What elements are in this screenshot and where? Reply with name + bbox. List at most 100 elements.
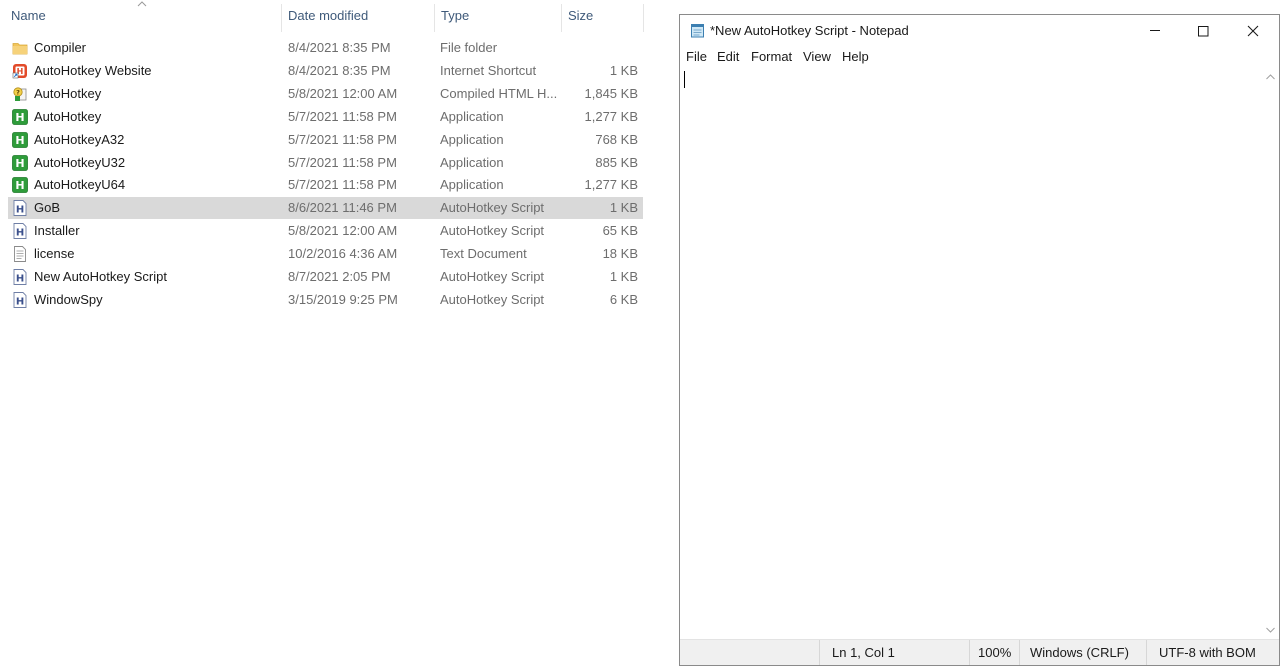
menu-format[interactable]: Format [749, 46, 794, 68]
scroll-up-icon[interactable] [1266, 74, 1275, 80]
menu-view[interactable]: View [801, 46, 833, 68]
file-date-modified: 5/8/2021 12:00 AM [288, 85, 398, 101]
file-date-modified: 3/15/2019 9:25 PM [288, 291, 398, 307]
window-title: *New AutoHotkey Script - Notepad [710, 23, 909, 38]
autohotkey-app-icon: H [12, 177, 28, 194]
file-type: AutoHotkey Script [440, 200, 545, 216]
folder-icon [12, 40, 28, 56]
vertical-scrollbar[interactable] [1262, 68, 1279, 639]
file-name: license [34, 246, 75, 262]
file-row[interactable]: H WindowSpy 3/15/2019 9:25 PM AutoHotkey Sc… [8, 289, 643, 311]
menu-edit[interactable]: Edit [715, 46, 741, 68]
file-type: Application [440, 108, 504, 124]
file-size: 1 KB [609, 62, 638, 78]
close-button[interactable] [1230, 15, 1276, 46]
file-explorer: Name Date modified Type Size Compiler 8/4… [0, 0, 680, 668]
text-editor-area[interactable] [680, 68, 1263, 639]
file-size: 1,277 KB [584, 108, 639, 124]
file-name: Installer [34, 223, 80, 239]
sort-ascending-icon [137, 1, 147, 7]
column-divider[interactable] [434, 4, 435, 32]
file-type: AutoHotkey Script [440, 291, 545, 307]
file-date-modified: 5/8/2021 12:00 AM [288, 223, 398, 239]
internet-shortcut-icon: H [12, 63, 28, 79]
file-type: Application [440, 154, 504, 170]
file-row[interactable]: ? AutoHotkey 5/8/2021 12:00 AM Compiled HTM… [8, 83, 643, 105]
file-size: 885 KB [595, 154, 638, 170]
notepad-window: *New AutoHotkey Script - Notepad File Ed… [679, 14, 1280, 666]
file-name: AutoHotkey Website [34, 62, 152, 78]
menu-bar: File Edit Format View Help [680, 46, 1279, 68]
minimize-button[interactable] [1132, 15, 1178, 46]
file-type: File folder [440, 40, 498, 55]
file-size: 1,845 KB [584, 85, 639, 101]
svg-text:H: H [16, 274, 24, 285]
file-row[interactable]: H New AutoHotkey Script 8/7/2021 2:05 PM Au… [8, 266, 643, 288]
file-name: AutoHotkeyU32 [34, 154, 126, 170]
column-header-type[interactable]: Type [441, 0, 556, 32]
file-row[interactable]: Compiler 8/4/2021 8:35 PM File folder [8, 37, 643, 59]
file-date-modified: 5/7/2021 11:58 PM [288, 131, 397, 147]
file-type: Application [440, 177, 504, 193]
file-date-modified: 5/7/2021 11:58 PM [288, 177, 397, 193]
file-row[interactable]: H Installer 5/8/2021 12:00 AM AutoHotkey Sc… [8, 220, 643, 242]
file-name: GoB [34, 200, 61, 216]
file-type: Compiled HTML H... [440, 85, 558, 101]
file-row[interactable]: license 10/2/2016 4:36 AM Text Document 18 … [8, 243, 643, 265]
svg-text:H: H [15, 180, 24, 193]
column-divider[interactable] [561, 4, 562, 32]
scroll-down-icon[interactable] [1266, 627, 1275, 633]
status-bar: Ln 1, Col 1 100% Windows (CRLF) UTF-8 wi… [680, 639, 1279, 665]
status-cursor-position: Ln 1, Col 1 [819, 640, 969, 665]
menu-file[interactable]: File [684, 46, 709, 68]
autohotkey-app-icon: H [12, 131, 28, 148]
svg-text:H: H [16, 228, 24, 239]
notepad-app-icon [691, 24, 704, 38]
ahk-script-icon: H [12, 291, 28, 308]
maximize-button[interactable] [1180, 15, 1226, 46]
file-size: 1 KB [609, 269, 638, 284]
ahk-script-icon: H [12, 269, 28, 285]
file-name: WindowSpy [34, 291, 103, 307]
minimize-icon [1150, 30, 1160, 31]
title-bar[interactable]: *New AutoHotkey Script - Notepad [680, 15, 1279, 46]
file-size: 1,277 KB [584, 177, 639, 193]
chm-help-icon: ? [12, 86, 28, 102]
text-caret [684, 71, 685, 88]
ahk-script-icon: H [12, 200, 28, 217]
file-row[interactable]: H AutoHotkey 5/7/2021 11:58 PM Application 1… [8, 106, 643, 128]
svg-text:H: H [16, 205, 24, 216]
column-header-size[interactable]: Size [568, 0, 638, 32]
svg-text:H: H [15, 111, 24, 124]
file-type: AutoHotkey Script [440, 269, 545, 284]
status-encoding: UTF-8 with BOM [1146, 640, 1279, 665]
close-icon [1247, 25, 1259, 37]
file-row[interactable]: H AutoHotkeyU64 5/7/2021 11:58 PM Applicati… [8, 174, 643, 196]
text-document-icon [12, 246, 28, 263]
file-row[interactable]: H AutoHotkeyU32 5/7/2021 11:58 PM Applicati… [8, 152, 643, 174]
file-date-modified: 10/2/2016 4:36 AM [288, 246, 398, 262]
file-date-modified: 8/4/2021 8:35 PM [288, 40, 391, 55]
file-date-modified: 8/4/2021 8:35 PM [288, 62, 391, 78]
file-size: 6 KB [609, 291, 638, 307]
file-row[interactable]: H GoB 8/6/2021 11:46 PM AutoHotkey Script 1 … [8, 197, 643, 220]
column-header-date[interactable]: Date modified [288, 0, 428, 32]
column-divider[interactable] [281, 4, 282, 32]
maximize-icon [1198, 26, 1209, 37]
menu-help[interactable]: Help [840, 46, 871, 68]
file-name: AutoHotkey [34, 108, 102, 124]
file-row[interactable]: H AutoHotkeyA32 5/7/2021 11:58 PM Applicati… [8, 129, 643, 151]
column-divider[interactable] [643, 4, 644, 32]
file-name: New AutoHotkey Script [34, 269, 167, 284]
file-type: AutoHotkey Script [440, 223, 545, 239]
ahk-script-icon: H [12, 223, 28, 240]
file-type: Internet Shortcut [440, 62, 537, 78]
file-size: 18 KB [602, 246, 638, 262]
file-row[interactable]: H AutoHotkey Website 8/4/2021 8:35 PM Inter… [8, 60, 643, 82]
file-name: AutoHotkeyA32 [34, 131, 125, 147]
svg-text:H: H [15, 157, 24, 170]
file-size: 65 KB [602, 223, 638, 239]
svg-text:?: ? [16, 88, 20, 96]
file-size: 1 KB [609, 200, 638, 216]
status-line-ending: Windows (CRLF) [1019, 640, 1146, 665]
